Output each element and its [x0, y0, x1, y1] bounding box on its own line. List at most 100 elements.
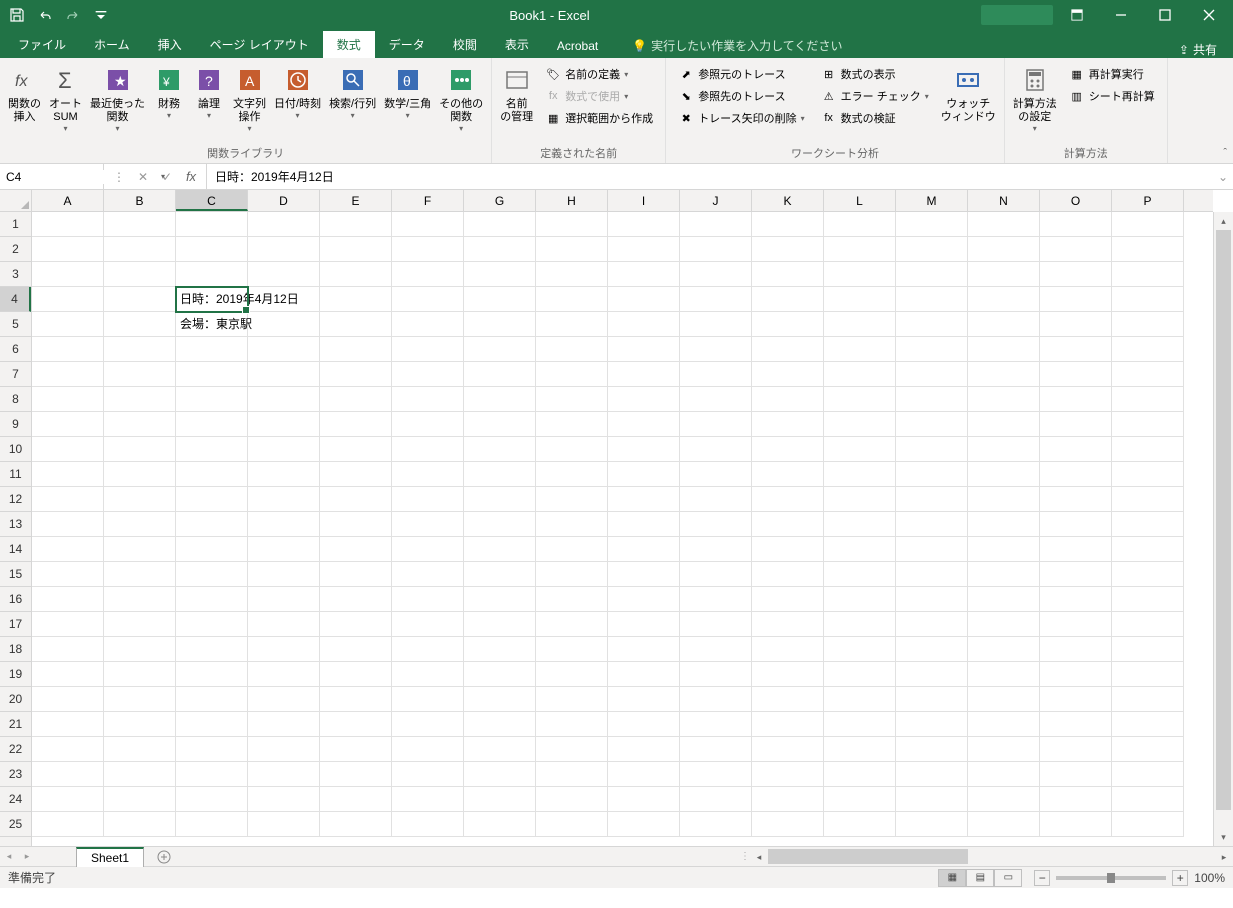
cell-B9[interactable] — [104, 412, 176, 437]
expand-formula-bar[interactable]: ⌄ — [1213, 164, 1233, 189]
cell-P6[interactable] — [1112, 337, 1184, 362]
cell-A15[interactable] — [32, 562, 104, 587]
cell-O8[interactable] — [1040, 387, 1112, 412]
cell-H11[interactable] — [536, 462, 608, 487]
cell-C11[interactable] — [176, 462, 248, 487]
row-header-5[interactable]: 5 — [0, 312, 31, 337]
cell-N18[interactable] — [968, 637, 1040, 662]
cell-G14[interactable] — [464, 537, 536, 562]
cell-P21[interactable] — [1112, 712, 1184, 737]
row-header-9[interactable]: 9 — [0, 412, 31, 437]
lookup-button[interactable]: 検索/行列▾ — [325, 62, 380, 122]
cell-A6[interactable] — [32, 337, 104, 362]
cell-H10[interactable] — [536, 437, 608, 462]
cell-N16[interactable] — [968, 587, 1040, 612]
cell-P3[interactable] — [1112, 262, 1184, 287]
cell-F23[interactable] — [392, 762, 464, 787]
view-normal[interactable]: ▦ — [938, 869, 966, 887]
cell-H18[interactable] — [536, 637, 608, 662]
cell-F8[interactable] — [392, 387, 464, 412]
cell-J8[interactable] — [680, 387, 752, 412]
cell-B2[interactable] — [104, 237, 176, 262]
cell-P5[interactable] — [1112, 312, 1184, 337]
cell-J10[interactable] — [680, 437, 752, 462]
cell-P14[interactable] — [1112, 537, 1184, 562]
cell-N13[interactable] — [968, 512, 1040, 537]
tab-data[interactable]: データ — [375, 31, 439, 58]
cell-K3[interactable] — [752, 262, 824, 287]
row-header-14[interactable]: 14 — [0, 537, 31, 562]
cell-I14[interactable] — [608, 537, 680, 562]
cell-M2[interactable] — [896, 237, 968, 262]
cell-N17[interactable] — [968, 612, 1040, 637]
cell-H24[interactable] — [536, 787, 608, 812]
cell-J21[interactable] — [680, 712, 752, 737]
cell-O21[interactable] — [1040, 712, 1112, 737]
cell-E21[interactable] — [320, 712, 392, 737]
cell-L17[interactable] — [824, 612, 896, 637]
cell-G12[interactable] — [464, 487, 536, 512]
cell-F16[interactable] — [392, 587, 464, 612]
minimize-button[interactable] — [1101, 1, 1141, 29]
cell-H22[interactable] — [536, 737, 608, 762]
cell-J18[interactable] — [680, 637, 752, 662]
scroll-up-button[interactable]: ▴ — [1214, 212, 1233, 230]
cell-F9[interactable] — [392, 412, 464, 437]
cell-L6[interactable] — [824, 337, 896, 362]
cell-N24[interactable] — [968, 787, 1040, 812]
cell-O18[interactable] — [1040, 637, 1112, 662]
evaluate-formula-button[interactable]: fx数式の検証 — [815, 108, 935, 128]
cell-O5[interactable] — [1040, 312, 1112, 337]
cell-A3[interactable] — [32, 262, 104, 287]
cell-A18[interactable] — [32, 637, 104, 662]
cell-L15[interactable] — [824, 562, 896, 587]
cell-N4[interactable] — [968, 287, 1040, 312]
cell-A11[interactable] — [32, 462, 104, 487]
cell-B18[interactable] — [104, 637, 176, 662]
cell-B6[interactable] — [104, 337, 176, 362]
cell-H12[interactable] — [536, 487, 608, 512]
cell-D12[interactable] — [248, 487, 320, 512]
row-header-23[interactable]: 23 — [0, 762, 31, 787]
cell-J22[interactable] — [680, 737, 752, 762]
cell-K17[interactable] — [752, 612, 824, 637]
cell-A20[interactable] — [32, 687, 104, 712]
cell-K1[interactable] — [752, 212, 824, 237]
cell-L19[interactable] — [824, 662, 896, 687]
tab-view[interactable]: 表示 — [491, 31, 543, 58]
cell-N7[interactable] — [968, 362, 1040, 387]
cell-L9[interactable] — [824, 412, 896, 437]
row-header-12[interactable]: 12 — [0, 487, 31, 512]
cell-B17[interactable] — [104, 612, 176, 637]
cell-I24[interactable] — [608, 787, 680, 812]
cell-I3[interactable] — [608, 262, 680, 287]
cell-F1[interactable] — [392, 212, 464, 237]
cell-C20[interactable] — [176, 687, 248, 712]
cell-M4[interactable] — [896, 287, 968, 312]
cell-B15[interactable] — [104, 562, 176, 587]
cell-E7[interactable] — [320, 362, 392, 387]
cell-C1[interactable] — [176, 212, 248, 237]
col-header-D[interactable]: D — [248, 190, 320, 211]
row-header-2[interactable]: 2 — [0, 237, 31, 262]
cell-H20[interactable] — [536, 687, 608, 712]
add-sheet-button[interactable] — [150, 847, 178, 867]
cell-E10[interactable] — [320, 437, 392, 462]
cell-L8[interactable] — [824, 387, 896, 412]
cell-N3[interactable] — [968, 262, 1040, 287]
cell-P10[interactable] — [1112, 437, 1184, 462]
cell-B4[interactable] — [104, 287, 176, 312]
row-header-3[interactable]: 3 — [0, 262, 31, 287]
cell-D22[interactable] — [248, 737, 320, 762]
cell-O11[interactable] — [1040, 462, 1112, 487]
cell-O13[interactable] — [1040, 512, 1112, 537]
cell-F17[interactable] — [392, 612, 464, 637]
cell-C15[interactable] — [176, 562, 248, 587]
cell-P19[interactable] — [1112, 662, 1184, 687]
cell-G1[interactable] — [464, 212, 536, 237]
cell-E25[interactable] — [320, 812, 392, 837]
col-header-C[interactable]: C — [176, 190, 248, 211]
col-header-I[interactable]: I — [608, 190, 680, 211]
cell-K22[interactable] — [752, 737, 824, 762]
cell-K25[interactable] — [752, 812, 824, 837]
